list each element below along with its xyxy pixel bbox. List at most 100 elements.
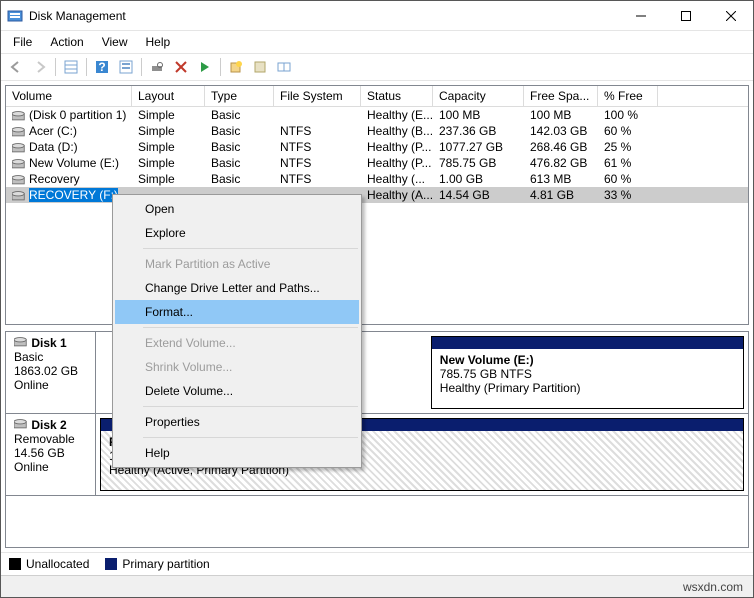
volume-status: Healthy (A... xyxy=(361,187,433,203)
volume-row[interactable]: (Disk 0 partition 1)SimpleBasicHealthy (… xyxy=(6,107,748,123)
back-button[interactable] xyxy=(5,56,27,78)
legend-primary-label: Primary partition xyxy=(122,557,209,571)
disk-status: Online xyxy=(14,378,87,392)
menu-help[interactable]: Help xyxy=(138,33,179,51)
volume-status: Healthy (E... xyxy=(361,107,433,123)
column-capacity[interactable]: Capacity xyxy=(433,86,524,106)
volume-layout: Simple xyxy=(132,155,205,171)
column-volume[interactable]: Volume xyxy=(6,86,132,106)
disk-management-window: Disk Management File Action View Help ? xyxy=(0,0,754,598)
volume-name: Data (D:) xyxy=(29,140,78,154)
menubar: File Action View Help xyxy=(1,31,753,53)
action-button[interactable] xyxy=(194,56,216,78)
volume-row[interactable]: Acer (C:)SimpleBasicNTFSHealthy (B...237… xyxy=(6,123,748,139)
volume-free: 613 MB xyxy=(524,171,598,187)
volume-fs: NTFS xyxy=(274,139,361,155)
menu-file[interactable]: File xyxy=(5,33,40,51)
volume-free: 100 MB xyxy=(524,107,598,123)
context-menu-item[interactable]: Open xyxy=(115,197,359,221)
volume-capacity: 1.00 GB xyxy=(433,171,524,187)
volume-layout: Simple xyxy=(132,107,205,123)
properties-button[interactable] xyxy=(249,56,271,78)
volume-free: 142.03 GB xyxy=(524,123,598,139)
volume-layout: Simple xyxy=(132,139,205,155)
statusbar: wsxdn.com xyxy=(1,575,753,597)
minimize-button[interactable] xyxy=(618,1,663,30)
volume-pct: 100 % xyxy=(598,107,658,123)
volume-capacity: 1077.27 GB xyxy=(433,139,524,155)
volume-layout: Simple xyxy=(132,171,205,187)
volume-name: (Disk 0 partition 1) xyxy=(29,108,126,122)
view-details-button[interactable] xyxy=(60,56,82,78)
volume-fs: NTFS xyxy=(274,123,361,139)
volume-type: Basic xyxy=(205,139,274,155)
split-button[interactable] xyxy=(273,56,295,78)
volume-capacity: 237.36 GB xyxy=(433,123,524,139)
volume-name: Acer (C:) xyxy=(29,124,77,138)
disk-size: 1863.02 GB xyxy=(14,364,87,378)
volume-free: 4.81 GB xyxy=(524,187,598,203)
disk-label: Disk 1Basic1863.02 GBOnline xyxy=(6,332,96,413)
column-status[interactable]: Status xyxy=(361,86,433,106)
context-menu-item[interactable]: Properties xyxy=(115,410,359,434)
partition-header xyxy=(432,337,743,349)
volume-name: Recovery xyxy=(29,172,80,186)
volume-status: Healthy (... xyxy=(361,171,433,187)
refresh-button[interactable] xyxy=(146,56,168,78)
volume-fs: NTFS xyxy=(274,155,361,171)
column-filesystem[interactable]: File System xyxy=(274,86,361,106)
volume-row[interactable]: Recovery SimpleBasicNTFSHealthy (...1.00 … xyxy=(6,171,748,187)
settings-button[interactable] xyxy=(115,56,137,78)
volume-pct: 60 % xyxy=(598,123,658,139)
context-menu-separator xyxy=(143,327,358,328)
partition[interactable]: New Volume (E:)785.75 GB NTFSHealthy (Pr… xyxy=(431,336,744,409)
disk-type: Basic xyxy=(14,350,87,364)
column-free[interactable]: Free Spa... xyxy=(524,86,598,106)
column-layout[interactable]: Layout xyxy=(132,86,205,106)
context-menu-item[interactable]: Delete Volume... xyxy=(115,379,359,403)
menu-view[interactable]: View xyxy=(94,33,136,51)
context-menu-separator xyxy=(143,248,358,249)
volume-pct: 60 % xyxy=(598,171,658,187)
volume-status: Healthy (P... xyxy=(361,155,433,171)
close-button[interactable] xyxy=(708,1,753,30)
context-menu-item[interactable]: Help xyxy=(115,441,359,465)
swatch-primary xyxy=(105,558,117,570)
statusbar-text: wsxdn.com xyxy=(683,580,743,594)
context-menu-item[interactable]: Change Drive Letter and Paths... xyxy=(115,276,359,300)
volume-fs: NTFS xyxy=(274,171,361,187)
toolbar: ? xyxy=(1,53,753,81)
svg-text:?: ? xyxy=(98,60,105,74)
help-button[interactable]: ? xyxy=(91,56,113,78)
volume-free: 476.82 GB xyxy=(524,155,598,171)
context-menu-item[interactable]: Format... xyxy=(115,300,359,324)
window-title: Disk Management xyxy=(29,9,126,23)
volume-row[interactable]: Data (D:)SimpleBasicNTFSHealthy (P...107… xyxy=(6,139,748,155)
disk-label: Disk 2Removable14.56 GBOnline xyxy=(6,414,96,495)
column-type[interactable]: Type xyxy=(205,86,274,106)
delete-button[interactable] xyxy=(170,56,192,78)
swatch-unallocated xyxy=(9,558,21,570)
volume-capacity: 100 MB xyxy=(433,107,524,123)
forward-button[interactable] xyxy=(29,56,51,78)
context-menu-item[interactable]: Explore xyxy=(115,221,359,245)
new-button[interactable] xyxy=(225,56,247,78)
column-pct-free[interactable]: % Free xyxy=(598,86,658,106)
volume-type: Basic xyxy=(205,171,274,187)
partition-info1: 785.75 GB NTFS xyxy=(440,367,735,381)
volume-pct: 25 % xyxy=(598,139,658,155)
volume-list-header: Volume Layout Type File System Status Ca… xyxy=(6,86,748,107)
disk-size: 14.56 GB xyxy=(14,446,87,460)
context-menu-separator xyxy=(143,437,358,438)
context-menu-separator xyxy=(143,406,358,407)
context-menu[interactable]: OpenExploreMark Partition as ActiveChang… xyxy=(112,194,362,468)
titlebar: Disk Management xyxy=(1,1,753,31)
volume-free: 268.46 GB xyxy=(524,139,598,155)
menu-action[interactable]: Action xyxy=(42,33,91,51)
disk-name: Disk 2 xyxy=(14,418,87,432)
maximize-button[interactable] xyxy=(663,1,708,30)
volume-row[interactable]: New Volume (E:)SimpleBasicNTFSHealthy (P… xyxy=(6,155,748,171)
volume-status: Healthy (B... xyxy=(361,123,433,139)
volume-name: RECOVERY (F:) xyxy=(29,188,118,202)
volume-pct: 61 % xyxy=(598,155,658,171)
